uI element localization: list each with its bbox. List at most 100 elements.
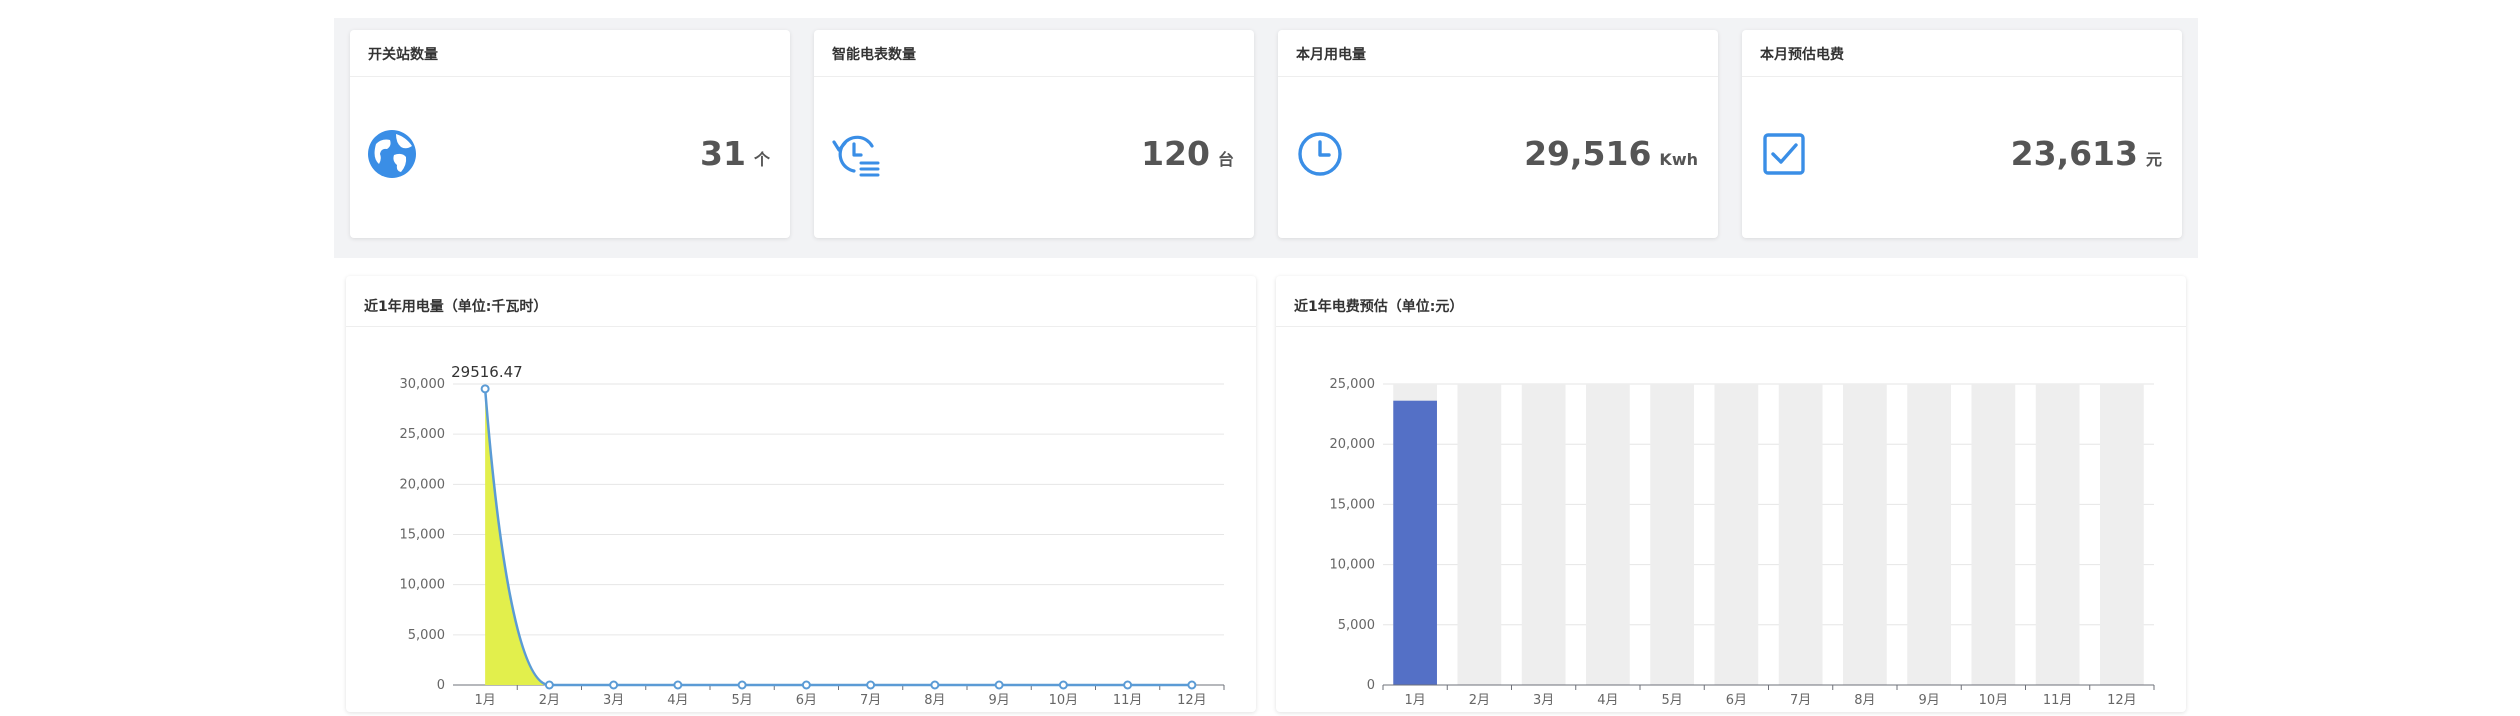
y-tick-label: 0: [1367, 678, 1375, 693]
stat-title: 本月用电量: [1296, 47, 1366, 63]
dashboard: 开关站数量 31 个 智能电表数量 120 台 本月用电量 29,516 Kwh…: [334, 18, 2198, 716]
data-point: [1123, 680, 1133, 690]
bar-background: [1843, 384, 1887, 685]
bar-background: [1650, 384, 1694, 685]
divider: [1742, 76, 2182, 77]
stat-value: 29,516: [1524, 134, 1652, 173]
x-tick-label: 11月: [1113, 693, 1143, 708]
bar-background: [1457, 384, 1502, 685]
stat-value-wrap: 120 台: [1141, 134, 1234, 173]
globe-icon: [368, 130, 416, 178]
chart-title: 近1年电费预估（单位:元）: [1294, 299, 1464, 315]
x-tick-label: 5月: [731, 693, 752, 708]
y-tick-label: 0: [437, 678, 445, 693]
stat-card-switch-stations: 开关站数量 31 个: [350, 30, 790, 238]
stat-value: 23,613: [2010, 134, 2138, 173]
x-tick-label: 10月: [1049, 693, 1079, 708]
data-point: [737, 680, 747, 690]
stat-card-monthly-usage: 本月用电量 29,516 Kwh: [1278, 30, 1718, 238]
x-tick-label: 10月: [1979, 693, 2009, 708]
stat-unit: Kwh: [1659, 150, 1698, 169]
divider: [1278, 76, 1718, 77]
x-tick-label: 12月: [1177, 693, 1207, 708]
x-tick-label: 1月: [1404, 693, 1425, 708]
data-point: [673, 680, 683, 690]
y-tick-label: 15,000: [400, 528, 446, 543]
y-tick-label: 30,000: [400, 377, 446, 392]
data-point: [1187, 680, 1197, 690]
stat-value-wrap: 29,516 Kwh: [1524, 134, 1698, 173]
data-point: [801, 680, 811, 690]
chart-title: 近1年用电量（单位:千瓦时）: [364, 299, 548, 315]
bar-background: [1971, 384, 2016, 685]
stat-card-smart-meters: 智能电表数量 120 台: [814, 30, 1254, 238]
x-tick-label: 2月: [539, 693, 560, 708]
x-tick-label: 6月: [1726, 693, 1747, 708]
stat-card-monthly-fee: 本月预估电费 23,613 元: [1742, 30, 2182, 238]
data-point: [994, 680, 1004, 690]
y-tick-label: 25,000: [1330, 377, 1376, 392]
x-tick-label: 4月: [1597, 693, 1618, 708]
stat-title: 开关站数量: [368, 47, 438, 63]
x-tick-label: 11月: [2043, 693, 2073, 708]
x-tick-label: 2月: [1469, 693, 1490, 708]
stat-value: 120: [1141, 134, 1210, 173]
y-tick-label: 20,000: [400, 477, 446, 492]
data-point: [1058, 680, 1068, 690]
stat-value: 31: [700, 134, 746, 173]
bar-background: [1586, 384, 1630, 685]
stat-unit: 台: [1217, 150, 1234, 169]
clock-icon: [1298, 132, 1342, 176]
bar-background: [1778, 384, 1823, 685]
fee-bar-chart: 0 5,000 10,000 15,000 20,000 25,000 1月 2月 3月 4月 5月…: [1330, 377, 2155, 708]
bar-background: [1714, 384, 1759, 685]
bar-background: [1907, 384, 1951, 685]
bar-background: [1521, 384, 1566, 685]
data-point: [544, 680, 554, 690]
usage-chart-card: 近1年用电量（单位:千瓦时） 0 5,000 10,000 15,000 20,000 2…: [346, 276, 1256, 712]
divider: [346, 326, 1256, 327]
bar-background: [2035, 384, 2080, 685]
series-line: [483, 388, 1192, 687]
bar: [1393, 400, 1437, 685]
usage-line-chart: 0 5,000 10,000 15,000 20,000 25,000 30,000 1月 2月…: [400, 363, 1225, 708]
data-label: 29516.47: [451, 363, 523, 381]
stat-title: 本月预估电费: [1760, 47, 1844, 63]
y-tick-label: 10,000: [400, 578, 446, 593]
x-tick-label: 12月: [2107, 693, 2137, 708]
divider: [350, 76, 790, 77]
divider: [814, 76, 1254, 77]
stat-unit: 个: [753, 150, 770, 169]
x-tick-label: 9月: [1918, 693, 1939, 708]
x-tick-label: 1月: [474, 693, 495, 708]
x-tick-label: 4月: [667, 693, 688, 708]
y-tick-label: 5,000: [408, 628, 445, 643]
fee-chart-card: 近1年电费预估（单位:元） 0 5,000 10,000 15,000 20,000 25…: [1276, 276, 2186, 712]
x-tick-label: 8月: [1854, 693, 1875, 708]
x-tick-label: 5月: [1661, 693, 1682, 708]
y-tick-label: 25,000: [400, 427, 446, 442]
bar-background: [2100, 384, 2144, 685]
x-tick-label: 3月: [1533, 693, 1554, 708]
stats-band: 开关站数量 31 个 智能电表数量 120 台 本月用电量 29,516 Kwh…: [334, 18, 2198, 258]
x-tick-label: 7月: [860, 693, 881, 708]
history-list-icon: [832, 135, 880, 177]
x-tick-label: 9月: [988, 693, 1009, 708]
data-point: [866, 680, 876, 690]
divider: [1276, 326, 2186, 327]
x-tick-label: 7月: [1790, 693, 1811, 708]
x-tick-label: 6月: [796, 693, 817, 708]
stat-value-wrap: 31 个: [700, 134, 770, 173]
data-point: [609, 680, 619, 690]
data-point: [930, 680, 940, 690]
y-tick-label: 5,000: [1338, 618, 1375, 633]
data-point: [480, 384, 490, 394]
stat-unit: 元: [2145, 150, 2162, 169]
y-tick-label: 10,000: [1330, 558, 1376, 573]
checkbox-icon: [1763, 133, 1805, 175]
y-tick-label: 15,000: [1330, 497, 1376, 512]
series-area: [485, 388, 550, 685]
y-tick-label: 20,000: [1330, 437, 1376, 452]
x-tick-label: 8月: [924, 693, 945, 708]
stat-value-wrap: 23,613 元: [2011, 134, 2162, 173]
